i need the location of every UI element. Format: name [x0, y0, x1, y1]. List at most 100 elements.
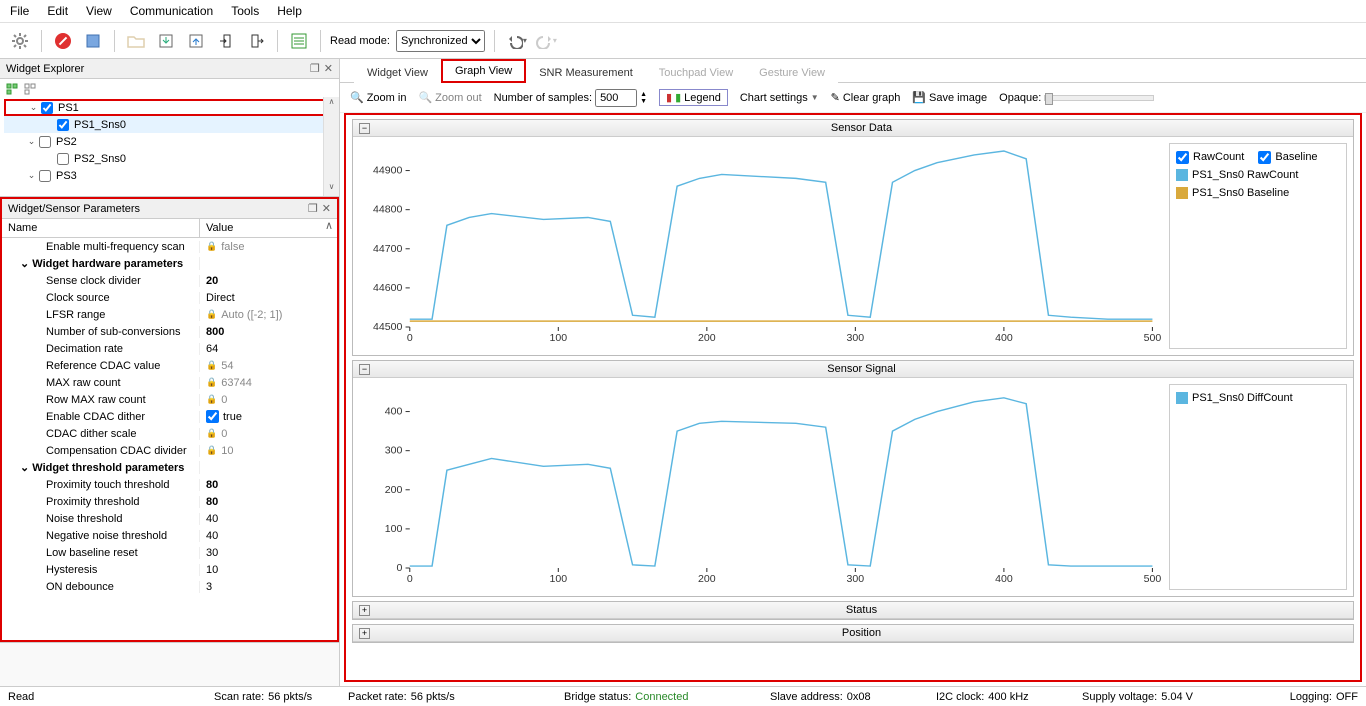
redo-icon[interactable]: ▾: [534, 29, 558, 53]
tree-label: PS3: [56, 170, 77, 182]
param-row[interactable]: Sense clock divider20: [2, 272, 337, 289]
close-icon[interactable]: ✕: [324, 62, 333, 75]
packet-rate-label: Packet rate:: [348, 691, 407, 703]
param-row[interactable]: ⌄ Widget threshold parameters: [2, 459, 337, 476]
tab-widget-view[interactable]: Widget View: [354, 62, 441, 83]
list-icon[interactable]: [287, 29, 311, 53]
param-row[interactable]: Number of sub-conversions800: [2, 323, 337, 340]
tree-checkbox[interactable]: [39, 136, 51, 148]
samples-up-icon[interactable]: ▲: [640, 91, 647, 98]
param-row[interactable]: Reference CDAC value🔒54: [2, 357, 337, 374]
undo-icon[interactable]: ▾: [504, 29, 528, 53]
bridge-status: Connected: [635, 691, 688, 703]
zoom-out-button[interactable]: 🔍Zoom out: [418, 91, 481, 104]
menu-tools[interactable]: Tools: [231, 4, 259, 18]
param-row[interactable]: Enable CDAC dithertrue: [2, 408, 337, 425]
tab-snr-measurement[interactable]: SNR Measurement: [526, 62, 646, 83]
plot-sensor-data[interactable]: 4450044600447004480044900010020030040050…: [359, 143, 1163, 349]
scroll-up-icon[interactable]: ∧: [321, 219, 337, 237]
tree-checkbox[interactable]: [41, 102, 53, 114]
tree-checkbox[interactable]: [57, 153, 69, 165]
blank-icon[interactable]: [81, 29, 105, 53]
export-icon[interactable]: [244, 29, 268, 53]
param-row[interactable]: CDAC dither scale🔒0: [2, 425, 337, 442]
params-col-value: Value: [200, 219, 321, 237]
param-row[interactable]: ON debounce3: [2, 578, 337, 595]
scan-rate-label: Scan rate:: [214, 691, 264, 703]
legend-item[interactable]: PS1_Sns0 DiffCount: [1176, 389, 1340, 407]
param-row[interactable]: Decimation rate64: [2, 340, 337, 357]
menu-communication[interactable]: Communication: [130, 4, 213, 18]
collapse-icon[interactable]: −: [359, 364, 370, 375]
import-icon[interactable]: [214, 29, 238, 53]
samples-down-icon[interactable]: ▼: [640, 98, 647, 105]
restore-icon[interactable]: ❐: [308, 202, 318, 215]
tree-checkbox[interactable]: [39, 170, 51, 182]
param-row[interactable]: Hysteresis10: [2, 561, 337, 578]
legend-item[interactable]: PS1_Sns0 RawCount: [1176, 166, 1340, 184]
restore-icon[interactable]: ❐: [310, 62, 320, 75]
scrollbar[interactable]: ∧∨: [323, 97, 339, 196]
expand-icon[interactable]: +: [359, 628, 370, 639]
svg-text:500: 500: [1144, 333, 1162, 344]
download-icon[interactable]: [154, 29, 178, 53]
menu-view[interactable]: View: [86, 4, 112, 18]
svg-text:44700: 44700: [373, 244, 403, 255]
menu-file[interactable]: File: [10, 4, 29, 18]
svg-text:400: 400: [995, 333, 1013, 344]
menu-edit[interactable]: Edit: [47, 4, 68, 18]
collapse-icon[interactable]: −: [359, 123, 370, 134]
svg-text:44900: 44900: [373, 166, 403, 177]
legend-item[interactable]: PS1_Sns0 Baseline: [1176, 184, 1340, 202]
param-row[interactable]: ⌄ Widget hardware parameters: [2, 255, 337, 272]
tree-item[interactable]: ⌄PS1: [4, 99, 335, 116]
opaque-slider[interactable]: [1044, 95, 1154, 101]
tab-graph-view[interactable]: Graph View: [441, 59, 526, 83]
param-row[interactable]: Row MAX raw count🔒0: [2, 391, 337, 408]
tree-expand-icon[interactable]: [6, 83, 18, 95]
tree-label: PS2_Sns0: [74, 153, 126, 165]
i2c-label: I2C clock:: [936, 691, 984, 703]
open-icon[interactable]: [124, 29, 148, 53]
param-row[interactable]: Noise threshold40: [2, 510, 337, 527]
tree-item[interactable]: PS1_Sns0: [4, 116, 335, 133]
tree-label: PS2: [56, 136, 77, 148]
close-icon[interactable]: ✕: [322, 202, 331, 215]
param-row[interactable]: Clock sourceDirect: [2, 289, 337, 306]
upload-icon[interactable]: [184, 29, 208, 53]
zoom-out-icon: 🔍: [418, 91, 432, 104]
chart-settings-button[interactable]: Chart settings ▼: [740, 92, 819, 104]
tree-item[interactable]: ⌄PS2: [4, 133, 335, 150]
tree-item[interactable]: PS2_Sns0: [4, 150, 335, 167]
tree-item[interactable]: ⌄PS3: [4, 167, 335, 184]
stop-icon[interactable]: [51, 29, 75, 53]
read-mode-select[interactable]: Synchronized: [396, 30, 485, 52]
zoom-in-icon: 🔍: [350, 91, 364, 104]
gear-icon[interactable]: [8, 29, 32, 53]
params-col-name: Name: [2, 219, 200, 237]
param-row[interactable]: Proximity threshold80: [2, 493, 337, 510]
chart-sensor-signal: −Sensor Signal 0100200300400010020030040…: [352, 360, 1354, 597]
param-row[interactable]: LFSR range🔒Auto ([-2; 1]): [2, 306, 337, 323]
chart-sensor-data: −Sensor Data 445004460044700448004490001…: [352, 119, 1354, 356]
tree-collapse-icon[interactable]: [24, 83, 36, 95]
zoom-in-button[interactable]: 🔍Zoom in: [350, 91, 406, 104]
expand-icon[interactable]: +: [359, 605, 370, 616]
plot-sensor-signal[interactable]: 01002003004000100200300400500: [359, 384, 1163, 590]
chart-toolbar: 🔍Zoom in 🔍Zoom out Number of samples: ▲▼…: [340, 83, 1366, 113]
param-row[interactable]: Compensation CDAC divider🔒10: [2, 442, 337, 459]
menu-help[interactable]: Help: [277, 4, 302, 18]
param-row[interactable]: Low baseline reset30: [2, 544, 337, 561]
left-panel: Widget Explorer ❐✕ ⌄PS1PS1_Sns0⌄PS2PS2_S…: [0, 59, 340, 686]
param-row[interactable]: MAX raw count🔒63744: [2, 374, 337, 391]
save-image-button[interactable]: 💾Save image: [912, 91, 987, 104]
supply-voltage: 5.04 V: [1161, 691, 1193, 703]
param-row[interactable]: Proximity touch threshold80: [2, 476, 337, 493]
samples-input[interactable]: [595, 89, 637, 107]
svg-text:100: 100: [549, 574, 567, 585]
tree-checkbox[interactable]: [57, 119, 69, 131]
legend-button[interactable]: ▮▮Legend: [659, 89, 728, 106]
clear-graph-button[interactable]: ✎Clear graph: [831, 91, 901, 104]
param-row[interactable]: Enable multi-frequency scan🔒false: [2, 238, 337, 255]
param-row[interactable]: Negative noise threshold40: [2, 527, 337, 544]
